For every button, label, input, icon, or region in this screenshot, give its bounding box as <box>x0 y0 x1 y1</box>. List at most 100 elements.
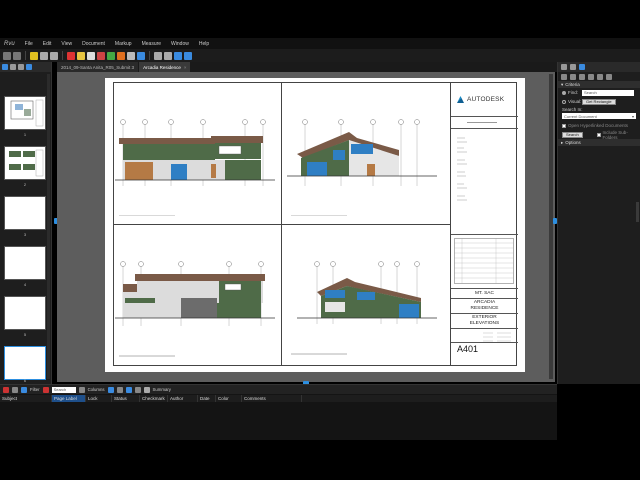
document-canvas[interactable]: AUTODESK MT. SAC ARCADIA RESIDENCE EXTER… <box>57 72 555 382</box>
markups-menu-icon[interactable] <box>12 386 18 393</box>
menu-window[interactable]: Window <box>171 41 189 47</box>
hyperlinked-checkbox[interactable] <box>562 123 566 128</box>
search-tab-icon[interactable] <box>579 64 585 70</box>
menu-bar: Rvu File Edit View Document Markup Measu… <box>0 38 640 49</box>
properties-tab-icon[interactable] <box>561 64 567 70</box>
canvas-scrollbar[interactable] <box>549 74 553 379</box>
forward-icon[interactable] <box>570 73 576 80</box>
filter-icon[interactable] <box>21 386 27 393</box>
page-thumbnail[interactable] <box>4 146 46 180</box>
columns-label[interactable]: Columns <box>88 387 105 392</box>
revision-table <box>454 238 514 284</box>
column-header-subject[interactable]: Subject <box>0 395 52 402</box>
menu-edit[interactable]: Edit <box>43 41 52 47</box>
line-tool-icon[interactable] <box>127 51 135 60</box>
options-section-label: Options <box>565 140 581 145</box>
settings-icon[interactable] <box>174 51 182 60</box>
undo-icon[interactable] <box>3 51 11 60</box>
tool-chest-tab-icon[interactable] <box>570 64 576 70</box>
columns-icon[interactable] <box>78 386 85 393</box>
shape-tool-icon[interactable] <box>107 51 115 60</box>
search-in-row: Search In: <box>558 106 640 113</box>
back-icon[interactable] <box>561 73 567 80</box>
visual-radio[interactable] <box>562 99 566 104</box>
subfolders-checkbox[interactable] <box>596 132 601 137</box>
chevron-down-icon: ▾ <box>631 113 634 119</box>
menu-markup[interactable]: Markup <box>115 41 132 47</box>
layers-tab-icon[interactable] <box>18 64 24 70</box>
close-tab-icon[interactable]: × <box>184 65 187 70</box>
tab-document[interactable]: 2014_09-Santa Anita_R05_Submit 3 <box>57 62 139 72</box>
redact-icon[interactable] <box>597 73 603 80</box>
bookmarks-tab-icon[interactable] <box>10 64 16 70</box>
search-button[interactable]: Search <box>562 131 583 138</box>
page-number: 5 <box>23 332 27 337</box>
search-in-select[interactable]: Current Document ▾ <box>562 113 636 119</box>
column-header-status[interactable]: Status <box>112 395 140 402</box>
app-logo: Rvu <box>4 40 15 47</box>
project-name-line2: RESIDENCE <box>470 306 499 311</box>
measure-icon[interactable] <box>154 51 162 60</box>
refresh-icon[interactable] <box>184 51 192 60</box>
page-thumbnail-selected[interactable] <box>4 346 46 380</box>
select-tool-icon[interactable] <box>30 51 38 60</box>
markups-search-input[interactable]: Search <box>51 386 76 393</box>
clear-filter-icon[interactable] <box>42 386 49 393</box>
page-thumbnail[interactable] <box>4 246 46 280</box>
delete-icon[interactable] <box>606 73 612 80</box>
column-header-author[interactable]: Author <box>168 395 198 402</box>
panel-options-icon[interactable] <box>26 64 32 70</box>
text-tool-icon[interactable] <box>87 51 95 60</box>
summary-label[interactable]: Summary <box>153 387 171 392</box>
options-section-header[interactable]: ▸ Options <box>558 139 640 146</box>
column-header-page-label[interactable]: Page Label <box>52 395 86 402</box>
page-thumbnail[interactable] <box>4 96 46 130</box>
thumbnails-tab-icon[interactable] <box>2 64 8 70</box>
column-header-color[interactable]: Color <box>216 395 242 402</box>
arrow-tool-icon[interactable] <box>117 51 125 60</box>
column-header-date[interactable]: Date <box>198 395 216 402</box>
pen-tool-icon[interactable] <box>67 51 75 60</box>
import-icon[interactable] <box>116 386 123 393</box>
redo-icon[interactable] <box>13 51 21 60</box>
markups-close-icon[interactable] <box>3 386 9 393</box>
highlight-icon[interactable] <box>588 73 594 80</box>
cloud-tool-icon[interactable] <box>97 51 105 60</box>
column-header-comments[interactable]: Comments <box>242 395 302 402</box>
zoom-tool-icon[interactable] <box>50 51 58 60</box>
subfolders-label: Include Sub-Folders <box>602 129 628 140</box>
find-radio[interactable] <box>562 90 566 95</box>
menu-view[interactable]: View <box>61 41 72 47</box>
page-thumbnail[interactable] <box>4 196 46 230</box>
search-in-label: Search In: <box>562 107 583 112</box>
export-icon[interactable] <box>579 73 585 80</box>
menu-file[interactable]: File <box>25 41 33 47</box>
search-input[interactable]: Search <box>582 89 634 96</box>
autodesk-logo-icon <box>457 96 464 103</box>
export-icon[interactable] <box>125 386 132 393</box>
tab-document-active[interactable]: Arcadia Residence × <box>139 62 191 72</box>
pan-tool-icon[interactable] <box>40 51 48 60</box>
thumbnails-scrollbar[interactable] <box>47 74 50 379</box>
menu-measure[interactable]: Measure <box>142 41 161 47</box>
summary-icon[interactable] <box>143 386 150 393</box>
page-thumbnail[interactable] <box>4 296 46 330</box>
title-block-line <box>451 128 518 129</box>
menu-help[interactable]: Help <box>199 41 209 47</box>
criteria-section-header[interactable]: ▾ Criteria <box>558 81 640 88</box>
filter-label[interactable]: Filter <box>30 387 40 392</box>
menu-document[interactable]: Document <box>82 41 105 47</box>
stamp-tool-icon[interactable] <box>137 51 145 60</box>
drawing-sheet: AUTODESK MT. SAC ARCADIA RESIDENCE EXTER… <box>105 78 525 372</box>
visual-label: Visual: <box>568 99 582 104</box>
search-panel-scrollbar[interactable] <box>636 202 639 222</box>
highlighter-icon[interactable] <box>77 51 85 60</box>
get-rectangle-button[interactable]: Get Rectangle <box>582 98 616 105</box>
column-header-lock[interactable]: Lock <box>86 395 112 402</box>
checkmark-icon[interactable] <box>134 386 141 393</box>
search-button-row: Search Include Sub-Folders <box>558 129 640 140</box>
column-header-checkmark[interactable]: Checkmark <box>140 395 168 402</box>
area-icon[interactable] <box>164 51 172 60</box>
elevations-thumb-graphic <box>9 149 44 177</box>
settings-icon[interactable] <box>107 386 114 393</box>
